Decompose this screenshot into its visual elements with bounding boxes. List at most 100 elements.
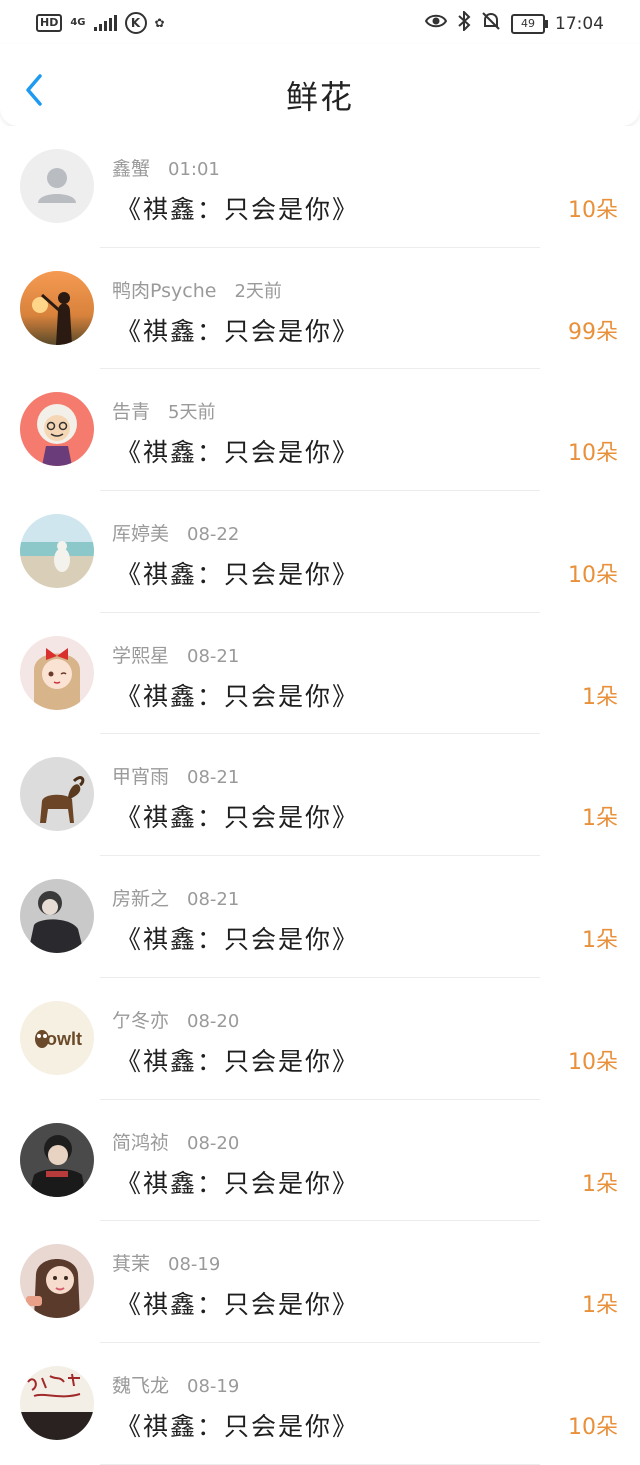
signal-icon xyxy=(93,15,117,31)
grandma-cartoon xyxy=(20,392,94,467)
user-name: 告青 xyxy=(112,401,151,424)
k-circle-icon: K xyxy=(124,12,147,34)
sunset-photo xyxy=(20,270,94,345)
meta-line: 鑫蟹 01:01 xyxy=(112,154,220,181)
list-item[interactable]: 告青 5天前 《祺鑫：只会是你》 10朵 xyxy=(0,369,640,491)
svg-text:owlt: owlt xyxy=(46,1029,82,1049)
avatar[interactable] xyxy=(20,149,94,223)
timestamp: 08-19 xyxy=(187,1375,240,1397)
anime-girl-illustration xyxy=(20,635,94,710)
gift-title: 《祺鑫：只会是你》 xyxy=(116,1290,360,1320)
meta-line: 学熙星 08-21 xyxy=(112,641,239,668)
flower-count: 99朵 xyxy=(568,319,618,345)
timestamp: 08-20 xyxy=(187,1010,240,1032)
avatar[interactable] xyxy=(20,270,94,345)
gift-list: 鑫蟹 01:01 《祺鑫：只会是你》 10朵 鸭肉Psyche 2天前 《祺鑫：… xyxy=(0,126,640,1465)
meta-line: 鸭肉Psyche 2天前 xyxy=(112,276,282,303)
avatar[interactable] xyxy=(20,392,94,467)
woman-portrait-photo xyxy=(20,1244,94,1319)
gift-title: 《祺鑫：只会是你》 xyxy=(116,1411,360,1441)
timestamp: 2天前 xyxy=(234,280,282,302)
meta-line: 房新之 08-21 xyxy=(112,884,239,911)
battery-icon: 49 xyxy=(511,13,548,34)
user-name: 厍婷美 xyxy=(112,523,170,546)
flower-count: 10朵 xyxy=(568,441,618,467)
status-bar: HD 4G K ✿ 49 17:04 xyxy=(0,0,640,44)
timestamp: 08-20 xyxy=(187,1132,240,1154)
meta-line: 厍婷美 08-22 xyxy=(112,519,239,546)
flower-count: 1朵 xyxy=(582,806,618,832)
user-name: 亇冬亦 xyxy=(112,1009,170,1032)
gift-title: 《祺鑫：只会是你》 xyxy=(116,195,360,224)
timestamp: 08-19 xyxy=(168,1254,221,1276)
default-user-icon xyxy=(20,149,94,223)
flower-count: 10朵 xyxy=(568,1049,618,1075)
user-name: 学熙星 xyxy=(112,644,170,667)
flower-count: 1朵 xyxy=(582,928,618,954)
list-item[interactable]: 厍婷美 08-22 《祺鑫：只会是你》 10朵 xyxy=(0,491,640,613)
status-right: 49 17:04 xyxy=(424,9,604,36)
gift-title: 《祺鑫：只会是你》 xyxy=(116,1046,360,1076)
timestamp: 08-21 xyxy=(187,645,240,667)
goat-statue-photo xyxy=(20,757,94,832)
gift-title: 《祺鑫：只会是你》 xyxy=(116,1168,360,1198)
owlt-logo: owlt xyxy=(20,1000,94,1075)
nav-bar: 鲜花 xyxy=(0,44,640,126)
network-type: 4G xyxy=(70,17,86,28)
list-item[interactable]: 学熙星 08-21 《祺鑫：只会是你》 1朵 xyxy=(0,613,640,735)
gift-title: 《祺鑫：只会是你》 xyxy=(116,438,360,468)
list-item[interactable]: 萁茉 08-19 《祺鑫：只会是你》 1朵 xyxy=(0,1221,640,1343)
user-name: 房新之 xyxy=(112,888,170,911)
gift-title: 《祺鑫：只会是你》 xyxy=(116,681,360,711)
user-name: 鑫蟹 xyxy=(112,158,151,180)
list-item[interactable]: 甲宵雨 08-21 《祺鑫：只会是你》 1朵 xyxy=(0,734,640,856)
meta-line: 魏飞龙 08-19 xyxy=(112,1371,239,1398)
gift-title: 《祺鑫：只会是你》 xyxy=(116,560,360,590)
user-name: 萁茉 xyxy=(112,1253,151,1276)
hd-indicator: HD xyxy=(36,14,63,32)
list-item[interactable]: 鸭肉Psyche 2天前 《祺鑫：只会是你》 99朵 xyxy=(0,248,640,370)
beach-photo xyxy=(20,514,94,589)
timestamp: 5天前 xyxy=(168,402,216,424)
gift-title: 《祺鑫：只会是你》 xyxy=(116,316,360,346)
flower-count: 1朵 xyxy=(582,1293,618,1319)
timestamp: 01:01 xyxy=(168,159,220,180)
list-item[interactable]: 简鸿祯 08-20 《祺鑫：只会是你》 1朵 xyxy=(0,1100,640,1222)
avatar[interactable] xyxy=(20,635,94,710)
gift-title: 《祺鑫：只会是你》 xyxy=(116,803,360,833)
avatar[interactable] xyxy=(20,757,94,832)
list-item[interactable]: owlt 亇冬亦 08-20 《祺鑫：只会是你》 10朵 xyxy=(0,978,640,1100)
mute-bell-icon xyxy=(481,11,501,36)
flower-count: 10朵 xyxy=(568,198,618,223)
meta-line: 简鸿祯 08-20 xyxy=(112,1128,239,1155)
avatar[interactable] xyxy=(20,1244,94,1319)
timestamp: 08-21 xyxy=(187,889,240,911)
eye-icon xyxy=(424,13,448,34)
avatar[interactable] xyxy=(20,879,94,954)
bluetooth-icon xyxy=(457,9,471,36)
app-notification-icon: ✿ xyxy=(154,16,165,30)
user-name: 甲宵雨 xyxy=(112,766,170,789)
list-item[interactable]: 房新之 08-21 《祺鑫：只会是你》 1朵 xyxy=(0,856,640,978)
man-photo-grey xyxy=(20,879,94,954)
status-left: HD 4G K ✿ xyxy=(36,12,165,34)
user-name: 鸭肉Psyche xyxy=(112,279,217,302)
list-item[interactable]: 鑫蟹 01:01 《祺鑫：只会是你》 10朵 xyxy=(0,126,640,248)
status-time: 17:04 xyxy=(555,13,604,34)
meta-line: 萁茉 08-19 xyxy=(112,1249,220,1276)
avatar[interactable] xyxy=(20,1365,94,1440)
gift-title: 《祺鑫：只会是你》 xyxy=(116,925,360,955)
page-title: 鲜花 xyxy=(285,78,354,116)
man-photo-dark xyxy=(20,1122,94,1197)
avatar[interactable]: owlt xyxy=(20,1000,94,1075)
timestamp: 08-22 xyxy=(187,524,240,546)
timestamp: 08-21 xyxy=(187,767,240,789)
meta-line: 甲宵雨 08-21 xyxy=(112,762,239,789)
avatar[interactable] xyxy=(20,514,94,589)
user-name: 魏飞龙 xyxy=(112,1374,170,1397)
avatar[interactable] xyxy=(20,1122,94,1197)
user-name: 简鸿祯 xyxy=(112,1131,170,1154)
meta-line: 亇冬亦 08-20 xyxy=(112,1006,239,1033)
list-item[interactable]: 魏飞龙 08-19 《祺鑫：只会是你》 10朵 xyxy=(0,1343,640,1465)
flower-count: 1朵 xyxy=(582,684,618,710)
